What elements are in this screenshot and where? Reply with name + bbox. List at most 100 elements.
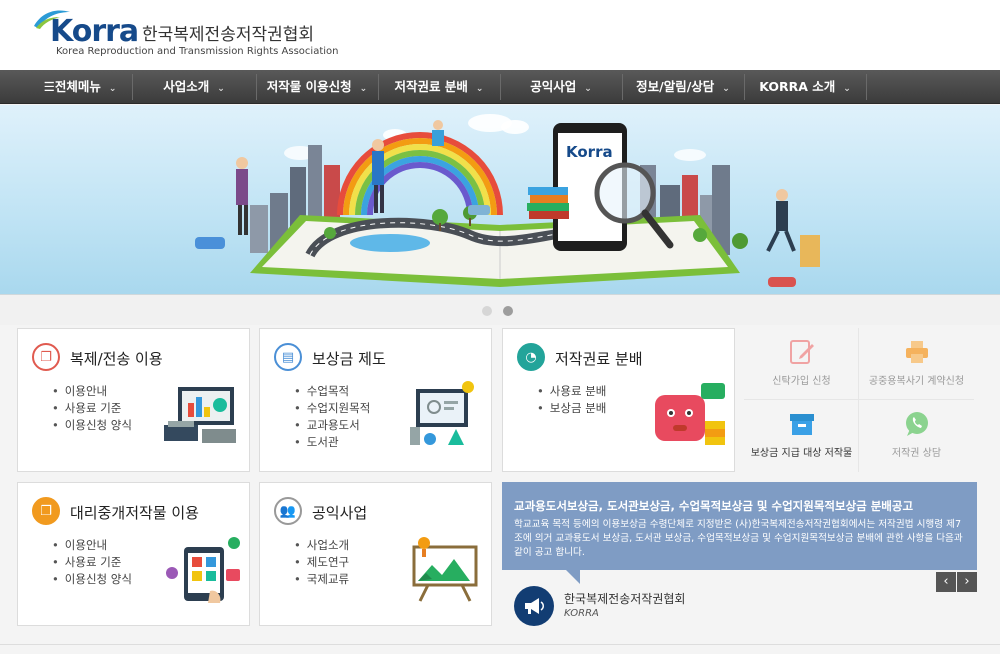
card-link[interactable]: 제도연구 — [294, 554, 349, 571]
chevron-down-icon: ⌄ — [722, 84, 730, 94]
chevron-down-icon: ⌄ — [359, 84, 368, 94]
card-public-project[interactable]: 👥 공익사업 사업소개 제도연구 국제교류 — [259, 482, 492, 626]
card-link-list: 이용안내 사용료 기준 이용신청 양식 — [52, 537, 132, 588]
nav-label: ☰전체메뉴 — [43, 79, 101, 94]
card-link[interactable]: 이용신청 양식 — [52, 417, 132, 434]
nav-korra-intro[interactable]: KORRA 소개 ⌄ — [746, 70, 864, 104]
notice-org-name: 한국복제전송저작권협회 — [564, 592, 686, 606]
slide-dot-2[interactable] — [503, 306, 513, 316]
pie-chart-icon: ◔ — [517, 343, 545, 371]
main-nav: ☰전체메뉴 ⌄ 사업소개 ⌄ 저작물 이용신청 ⌄ 저작권료 분배 ⌄ 공익사업 ⌄ 정보… — [0, 70, 1000, 104]
slide-dot-1[interactable] — [482, 306, 492, 316]
nav-usage-apply[interactable]: 저작물 이용신청 ⌄ — [258, 70, 376, 104]
quick-link-label: 신탁가입 신청 — [772, 376, 831, 387]
quick-links-grid: 신탁가입 신청 공중용복사기 계약신청 보상금 지급 대상 저작물 저작권 상담 — [744, 328, 974, 472]
chevron-down-icon: ⌄ — [108, 84, 117, 94]
nav-divider — [866, 74, 867, 100]
card-agency-works-usage[interactable]: ❐ 대리중개저작물 이용 이용안내 사용료 기준 이용신청 양식 — [17, 482, 250, 626]
people-group-icon: 👥 — [274, 497, 302, 525]
nav-divider — [622, 74, 623, 100]
tablet-apps-illustration-icon — [166, 537, 240, 603]
card-link-list: 사업소개 제도연구 국제교류 — [294, 537, 349, 588]
hero-illustration — [195, 114, 820, 287]
card-link[interactable]: 이용안내 — [52, 537, 132, 554]
quick-compensation-works[interactable]: 보상금 지급 대상 저작물 — [744, 400, 859, 472]
card-title: 복제/전송 이용 — [70, 350, 163, 368]
nav-label: KORRA 소개 — [759, 79, 836, 94]
card-link[interactable]: 국제교류 — [294, 571, 349, 588]
logo-brand-text: Korra — [50, 14, 139, 49]
nav-divider — [744, 74, 745, 100]
card-link-list: 이용안내 사용료 기준 이용신청 양식 — [52, 383, 132, 434]
card-link[interactable]: 수업지원목적 — [294, 400, 370, 417]
notice-prev-button[interactable]: ‹ — [936, 572, 956, 592]
quick-link-label: 공중용복사기 계약신청 — [868, 376, 965, 387]
nav-public-project[interactable]: 공익사업 ⌄ — [502, 70, 620, 104]
archive-box-icon — [790, 414, 814, 435]
card-link[interactable]: 사용료 분배 — [537, 383, 607, 400]
megaphone-icon — [514, 586, 554, 626]
quick-trust-join[interactable]: 신탁가입 신청 — [744, 328, 859, 400]
card-link[interactable]: 도서관 — [294, 434, 370, 451]
hero-footer-strip — [0, 295, 1000, 325]
nav-divider — [132, 74, 133, 100]
notice-footer: 한국복제전송저작권협회 KORRA — [502, 570, 977, 630]
nav-divider — [256, 74, 257, 100]
site-header: Korra 한국복제전송저작권협회 Korea Reproduction and… — [0, 0, 1000, 70]
card-title: 대리중개저작물 이용 — [70, 504, 199, 522]
notice-next-button[interactable]: › — [957, 572, 977, 592]
nav-all-menu[interactable]: ☰전체메뉴 ⌄ — [30, 70, 130, 104]
logo-korean-name: 한국복제전송저작권협회 — [142, 25, 315, 45]
monitor-science-illustration-icon — [410, 381, 474, 445]
chevron-down-icon: ⌄ — [584, 84, 592, 94]
notice-title[interactable]: 교과용도서보상금, 도서관보상금, 수업목적보상금 및 수업지원목적보상금 분배… — [514, 498, 913, 514]
card-link[interactable]: 교과용도서 — [294, 417, 370, 434]
card-link[interactable]: 보상금 분배 — [537, 400, 607, 417]
card-link[interactable]: 이용안내 — [52, 383, 132, 400]
nav-divider — [500, 74, 501, 100]
copy-document-icon: ❐ — [32, 497, 60, 525]
nav-royalty-distribution[interactable]: 저작권료 분배 ⌄ — [380, 70, 498, 104]
chat-phone-icon — [906, 412, 928, 436]
edit-document-icon — [790, 340, 814, 364]
nav-business-intro[interactable]: 사업소개 ⌄ — [134, 70, 254, 104]
presentation-board-illustration-icon — [412, 537, 478, 602]
card-link-list: 수업목적 수업지원목적 교과용도서 도서관 — [294, 383, 370, 451]
card-compensation-system[interactable]: ▤ 보상금 제도 수업목적 수업지원목적 교과용도서 도서관 — [259, 328, 492, 472]
nav-label: 공익사업 — [530, 79, 577, 94]
card-title: 저작권료 분배 — [555, 350, 643, 368]
notice-banner[interactable]: 교과용도서보상금, 도서관보상금, 수업목적보상금 및 수업지원목적보상금 분배… — [502, 482, 977, 570]
card-link[interactable]: 수업목적 — [294, 383, 370, 400]
card-link[interactable]: 사업소개 — [294, 537, 349, 554]
card-link[interactable]: 사용료 기준 — [52, 554, 132, 571]
chevron-down-icon: ⌄ — [475, 84, 484, 94]
hero-banner[interactable]: Korra — [0, 105, 1000, 295]
card-reproduction-usage[interactable]: ❐ 복제/전송 이용 이용안내 사용료 기준 이용신청 양식 — [17, 328, 250, 472]
printer-icon — [906, 341, 928, 363]
nav-label: 저작권료 분배 — [394, 79, 468, 94]
nav-label: 정보/알림/상담 — [636, 79, 715, 94]
computer-chart-illustration-icon — [164, 387, 236, 443]
card-link-list: 사용료 분배 보상금 분배 — [537, 383, 607, 417]
quick-link-label: 저작권 상담 — [891, 448, 942, 459]
nav-label: 사업소개 — [163, 79, 210, 94]
documents-icon: ❐ — [32, 343, 60, 371]
nav-info-notice[interactable]: 정보/알림/상담 ⌄ — [624, 70, 742, 104]
chevron-down-icon: ⌄ — [843, 84, 851, 94]
quick-copyright-consult[interactable]: 저작권 상담 — [859, 400, 974, 472]
card-link[interactable]: 이용신청 양식 — [52, 571, 132, 588]
logo-english-name: Korea Reproduction and Transmission Righ… — [56, 46, 339, 57]
card-title: 보상금 제도 — [312, 350, 386, 368]
footer-divider — [0, 644, 1000, 645]
card-royalty-distribution[interactable]: ◔ 저작권료 분배 사용료 분배 보상금 분배 — [502, 328, 735, 472]
nav-divider — [378, 74, 379, 100]
notice-org-sub: KORRA — [564, 608, 599, 619]
document-icon: ▤ — [274, 343, 302, 371]
quick-copier-contract[interactable]: 공중용복사기 계약신청 — [859, 328, 974, 400]
quick-link-label: 보상금 지급 대상 저작물 — [750, 448, 853, 459]
card-title: 공익사업 — [312, 504, 368, 522]
card-link[interactable]: 사용료 기준 — [52, 400, 132, 417]
site-logo[interactable]: Korra 한국복제전송저작권협회 Korea Reproduction and… — [30, 6, 339, 62]
notice-body: 학교교육 목적 등에의 이용보상금 수령단체로 지정받은 (사)한국복제전송저작… — [514, 519, 963, 558]
chevron-down-icon: ⌄ — [217, 84, 225, 94]
